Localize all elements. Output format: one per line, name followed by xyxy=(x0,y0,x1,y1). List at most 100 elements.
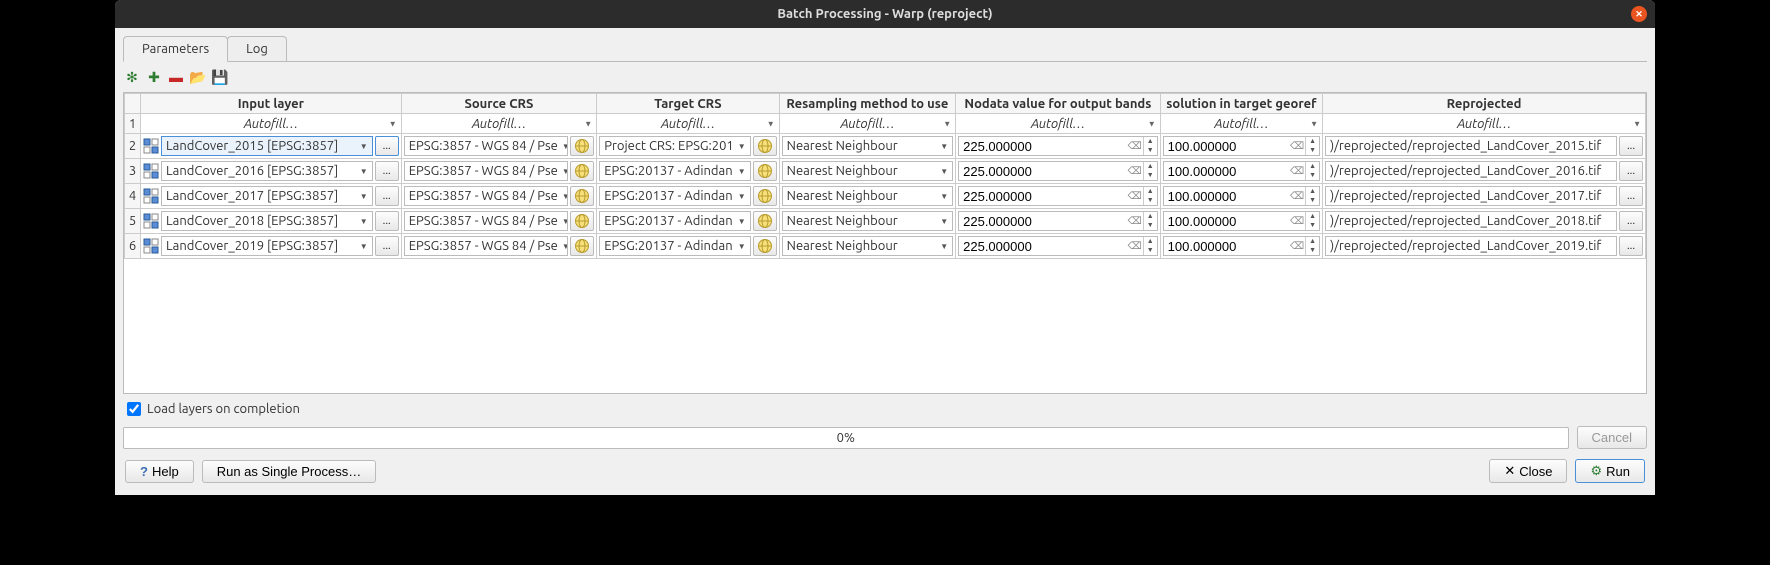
autofill-resolution[interactable]: Autofill…▼ xyxy=(1160,114,1322,134)
resolution-field[interactable] xyxy=(1164,164,1289,179)
resolution-field[interactable] xyxy=(1164,214,1289,229)
source-crs-select[interactable]: EPSG:3857 - WGS 84 / Pse▼ xyxy=(404,161,569,181)
cancel-button[interactable]: Cancel xyxy=(1577,426,1647,449)
input-layer-browse-button[interactable]: ... xyxy=(375,161,399,181)
clear-icon[interactable]: ⌫ xyxy=(1289,165,1305,177)
col-resolution[interactable]: solution in target georef xyxy=(1160,94,1322,114)
input-layer-select[interactable]: LandCover_2019 [EPSG:3857]▼ xyxy=(161,236,373,256)
source-crs-select[interactable]: EPSG:3857 - WGS 84 / Pse▼ xyxy=(404,236,569,256)
spin-up-icon[interactable]: ▲ xyxy=(1306,162,1319,171)
add-row-icon[interactable]: ✚ xyxy=(145,68,163,86)
help-button[interactable]: ?Help xyxy=(125,460,194,483)
spin-down-icon[interactable]: ▼ xyxy=(1306,246,1319,255)
resolution-field[interactable] xyxy=(1164,239,1289,254)
spin-up-icon[interactable]: ▲ xyxy=(1144,162,1157,171)
settings-icon[interactable]: ✻ xyxy=(123,68,141,86)
clear-icon[interactable]: ⌫ xyxy=(1289,190,1305,202)
clear-icon[interactable]: ⌫ xyxy=(1127,240,1143,252)
clear-icon[interactable]: ⌫ xyxy=(1289,215,1305,227)
source-crs-select[interactable]: EPSG:3857 - WGS 84 / Pse▼ xyxy=(404,186,569,206)
col-source-crs[interactable]: Source CRS xyxy=(401,94,597,114)
input-layer-select[interactable]: LandCover_2017 [EPSG:3857]▼ xyxy=(161,186,373,206)
col-resampling[interactable]: Resampling method to use xyxy=(779,94,955,114)
resolution-field[interactable] xyxy=(1164,189,1289,204)
clear-icon[interactable]: ⌫ xyxy=(1127,215,1143,227)
remove-row-icon[interactable]: ▬ xyxy=(167,68,185,86)
close-button[interactable]: ✕Close xyxy=(1489,459,1567,483)
resampling-select[interactable]: Nearest Neighbour▼ xyxy=(782,211,953,231)
nodata-field[interactable] xyxy=(959,139,1127,154)
clear-icon[interactable]: ⌫ xyxy=(1127,190,1143,202)
autofill-input[interactable]: Autofill…▼ xyxy=(141,114,402,134)
target-crs-select[interactable]: EPSG:20137 - Adindan▼ xyxy=(599,186,750,206)
resolution-input[interactable]: ⌫▲▼ xyxy=(1163,161,1320,181)
reprojected-browse-button[interactable]: ... xyxy=(1619,136,1643,156)
spin-down-icon[interactable]: ▼ xyxy=(1144,246,1157,255)
tab-log[interactable]: Log xyxy=(227,36,287,61)
load-layers-checkbox[interactable] xyxy=(127,402,141,416)
col-nodata[interactable]: Nodata value for output bands xyxy=(956,94,1161,114)
window-close-button[interactable] xyxy=(1631,6,1647,22)
spin-down-icon[interactable]: ▼ xyxy=(1144,221,1157,230)
reprojected-output[interactable]: )/reprojected/reprojected_LandCover_2015… xyxy=(1325,136,1617,156)
input-layer-select[interactable]: LandCover_2018 [EPSG:3857]▼ xyxy=(161,211,373,231)
clear-icon[interactable]: ⌫ xyxy=(1127,165,1143,177)
clear-icon[interactable]: ⌫ xyxy=(1289,140,1305,152)
autofill-reprojected[interactable]: Autofill…▼ xyxy=(1323,114,1646,134)
col-input-layer[interactable]: Input layer xyxy=(141,94,402,114)
col-target-crs[interactable]: Target CRS xyxy=(597,94,779,114)
reprojected-browse-button[interactable]: ... xyxy=(1619,161,1643,181)
resolution-input[interactable]: ⌫▲▼ xyxy=(1163,211,1320,231)
nodata-field[interactable] xyxy=(959,164,1127,179)
source-crs-picker-button[interactable] xyxy=(570,186,594,206)
autofill-target[interactable]: Autofill…▼ xyxy=(597,114,779,134)
resampling-select[interactable]: Nearest Neighbour▼ xyxy=(782,186,953,206)
target-crs-select[interactable]: EPSG:20137 - Adindan▼ xyxy=(599,236,750,256)
reprojected-browse-button[interactable]: ... xyxy=(1619,211,1643,231)
spin-down-icon[interactable]: ▼ xyxy=(1144,196,1157,205)
input-layer-browse-button[interactable]: ... xyxy=(375,211,399,231)
reprojected-output[interactable]: )/reprojected/reprojected_LandCover_2017… xyxy=(1325,186,1617,206)
input-layer-browse-button[interactable]: ... xyxy=(375,236,399,256)
spin-down-icon[interactable]: ▼ xyxy=(1306,196,1319,205)
spin-down-icon[interactable]: ▼ xyxy=(1306,146,1319,155)
reprojected-browse-button[interactable]: ... xyxy=(1619,186,1643,206)
reprojected-output[interactable]: )/reprojected/reprojected_LandCover_2018… xyxy=(1325,211,1617,231)
spin-down-icon[interactable]: ▼ xyxy=(1144,171,1157,180)
nodata-input[interactable]: ⌫▲▼ xyxy=(958,161,1158,181)
spin-up-icon[interactable]: ▲ xyxy=(1306,212,1319,221)
target-crs-picker-button[interactable] xyxy=(753,186,777,206)
open-icon[interactable]: 📂 xyxy=(189,68,207,86)
nodata-input[interactable]: ⌫▲▼ xyxy=(958,136,1158,156)
source-crs-picker-button[interactable] xyxy=(570,161,594,181)
nodata-input[interactable]: ⌫▲▼ xyxy=(958,236,1158,256)
col-reprojected[interactable]: Reprojected xyxy=(1323,94,1646,114)
target-crs-select[interactable]: EPSG:20137 - Adindan▼ xyxy=(599,161,750,181)
clear-icon[interactable]: ⌫ xyxy=(1289,240,1305,252)
nodata-input[interactable]: ⌫▲▼ xyxy=(958,186,1158,206)
target-crs-picker-button[interactable] xyxy=(753,211,777,231)
target-crs-select[interactable]: Project CRS: EPSG:201▼ xyxy=(599,136,750,156)
target-crs-select[interactable]: EPSG:20137 - Adindan▼ xyxy=(599,211,750,231)
spin-up-icon[interactable]: ▲ xyxy=(1144,137,1157,146)
source-crs-select[interactable]: EPSG:3857 - WGS 84 / Pse▼ xyxy=(404,136,569,156)
nodata-field[interactable] xyxy=(959,189,1127,204)
input-layer-select[interactable]: LandCover_2016 [EPSG:3857]▼ xyxy=(161,161,373,181)
run-single-button[interactable]: Run as Single Process… xyxy=(202,460,377,483)
resampling-select[interactable]: Nearest Neighbour▼ xyxy=(782,136,953,156)
source-crs-picker-button[interactable] xyxy=(570,211,594,231)
resolution-input[interactable]: ⌫▲▼ xyxy=(1163,236,1320,256)
resampling-select[interactable]: Nearest Neighbour▼ xyxy=(782,161,953,181)
spin-up-icon[interactable]: ▲ xyxy=(1144,237,1157,246)
run-button[interactable]: ⚙Run xyxy=(1575,459,1645,483)
spin-up-icon[interactable]: ▲ xyxy=(1306,137,1319,146)
source-crs-select[interactable]: EPSG:3857 - WGS 84 / Pse▼ xyxy=(404,211,569,231)
target-crs-picker-button[interactable] xyxy=(753,161,777,181)
spin-up-icon[interactable]: ▲ xyxy=(1144,212,1157,221)
resampling-select[interactable]: Nearest Neighbour▼ xyxy=(782,236,953,256)
nodata-input[interactable]: ⌫▲▼ xyxy=(958,211,1158,231)
spin-up-icon[interactable]: ▲ xyxy=(1144,187,1157,196)
clear-icon[interactable]: ⌫ xyxy=(1127,140,1143,152)
input-layer-select[interactable]: LandCover_2015 [EPSG:3857]▼ xyxy=(161,136,373,156)
autofill-nodata[interactable]: Autofill…▼ xyxy=(956,114,1161,134)
